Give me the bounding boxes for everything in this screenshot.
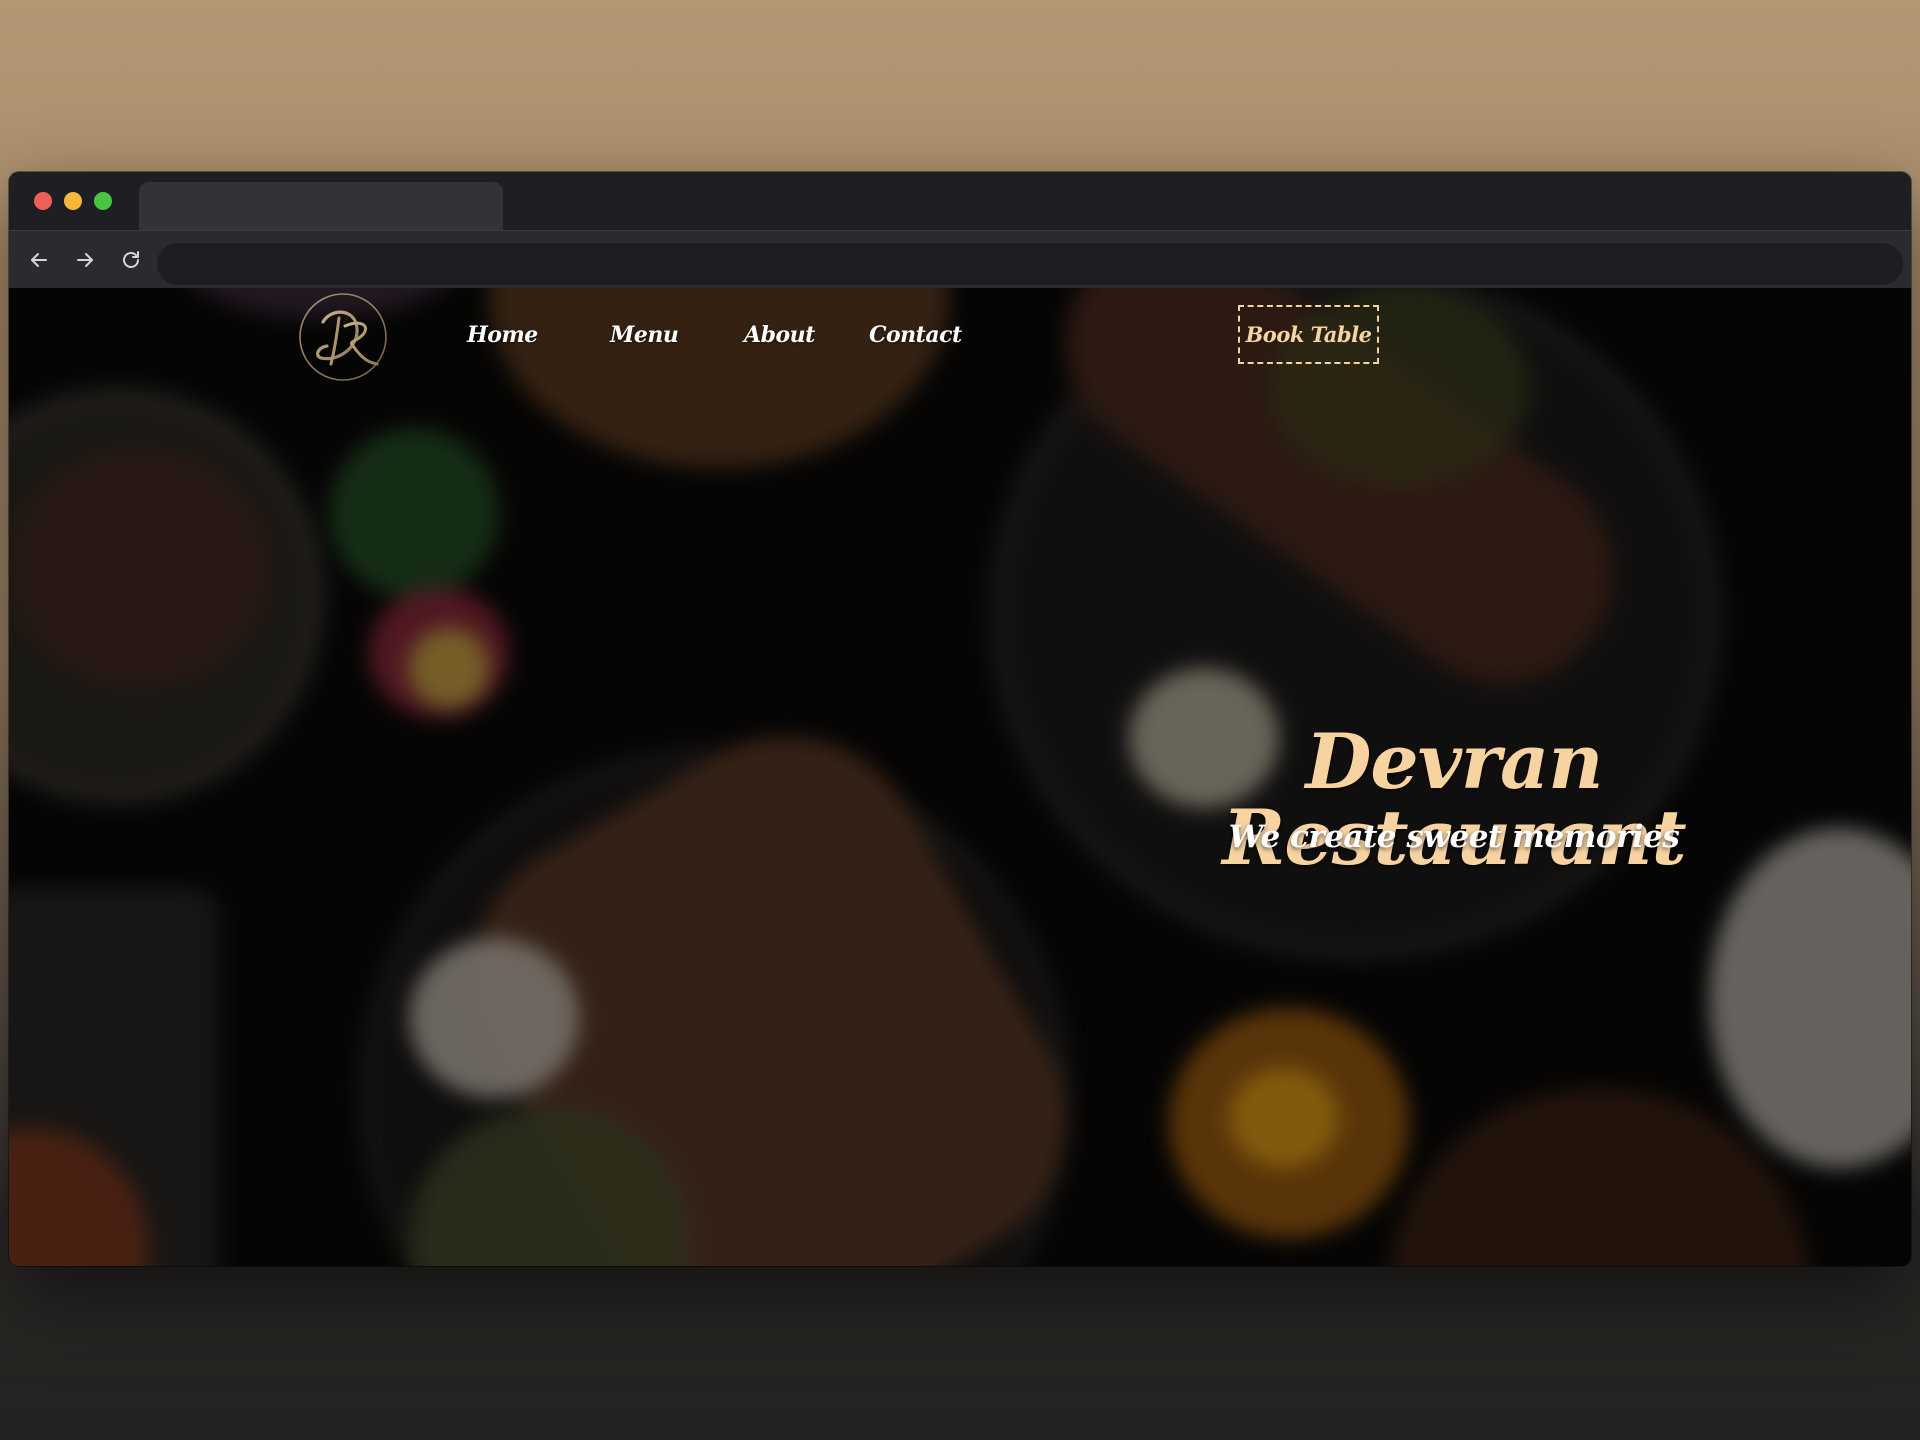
browser-titlebar — [9, 172, 1911, 230]
minimize-window-button[interactable] — [64, 192, 82, 210]
browser-tab[interactable] — [139, 182, 503, 230]
forward-button[interactable] — [70, 245, 100, 275]
address-bar[interactable] — [157, 243, 1903, 285]
browser-toolbar — [9, 230, 1911, 289]
nav-about-link[interactable]: About — [744, 322, 815, 348]
maximize-window-button[interactable] — [94, 192, 112, 210]
dr-monogram-logo[interactable] — [293, 288, 393, 386]
hero-tagline: We create sweet memories — [1228, 819, 1680, 855]
close-window-button[interactable] — [34, 192, 52, 210]
nav-home-link[interactable]: Home — [467, 322, 538, 348]
nav-contact-link[interactable]: Contact — [869, 322, 962, 348]
nav-menu-link[interactable]: Menu — [610, 322, 679, 348]
reload-button[interactable] — [116, 245, 146, 275]
restaurant-page: Home Menu About Contact Book Table Devra… — [9, 288, 1911, 1266]
arrow-right-icon — [77, 253, 93, 267]
book-table-button[interactable]: Book Table — [1238, 305, 1379, 364]
back-button[interactable] — [24, 245, 54, 275]
arrow-left-icon — [31, 253, 47, 267]
reload-icon — [123, 251, 139, 268]
browser-window: Home Menu About Contact Book Table Devra… — [9, 172, 1911, 1266]
